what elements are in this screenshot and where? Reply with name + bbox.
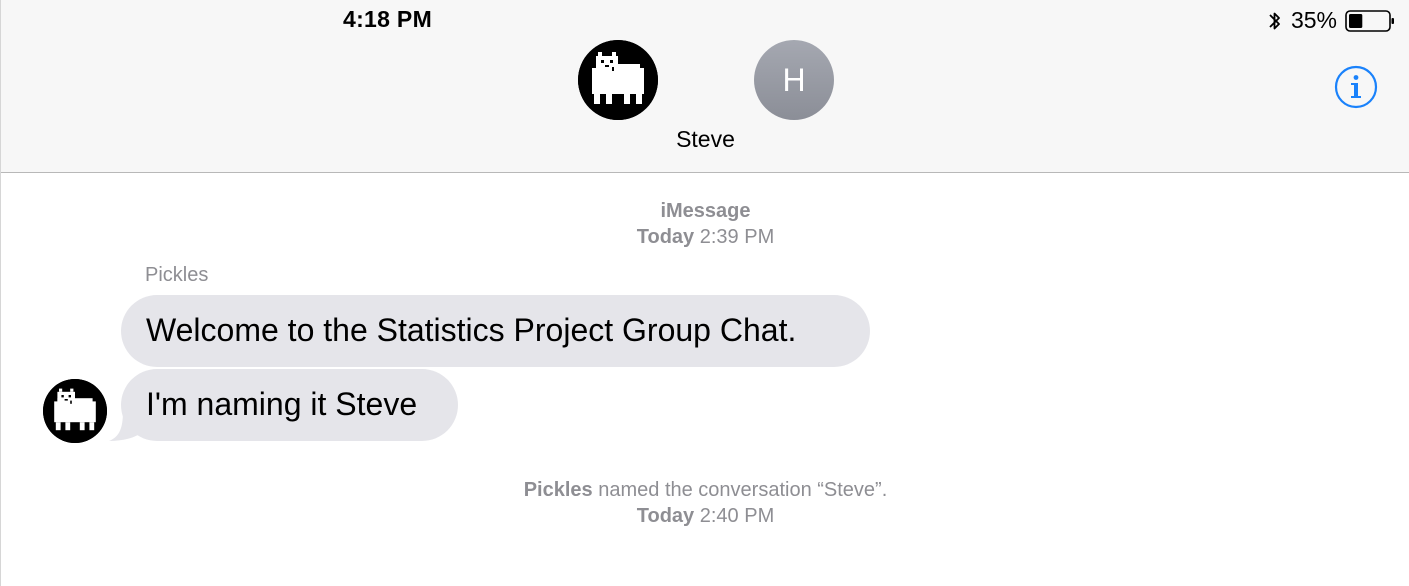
rename-text: Pickles named the conversation “Steve”. xyxy=(1,477,1409,503)
status-indicators: 35% xyxy=(1267,7,1395,34)
message-bubble[interactable]: Welcome to the Statistics Project Group … xyxy=(121,295,870,367)
sender-avatar[interactable] xyxy=(43,379,107,443)
timestamp-time: 2:40 PM xyxy=(699,505,775,527)
messages-window: H Steve 4:18 PM 35% iMessage Today 2:39 … xyxy=(0,0,1409,586)
service-label: iMessage xyxy=(660,200,751,222)
status-time: 4:18 PM xyxy=(343,6,433,32)
timestamp-day: Today xyxy=(636,226,695,248)
rename-actor: Pickles xyxy=(523,479,593,501)
timestamp: Today 2:39 PM xyxy=(1,224,1409,250)
bluetooth-icon xyxy=(1269,12,1280,29)
battery-icon xyxy=(1345,9,1394,32)
rename-notice: Pickles named the conversation “Steve”. … xyxy=(1,477,1409,529)
message-transcript: iMessage Today 2:39 PM Pickles Welcome t… xyxy=(1,173,1409,586)
sender-name: Pickles xyxy=(145,264,209,286)
battery-percent: 35% xyxy=(1290,7,1337,33)
conversation-name[interactable]: Steve xyxy=(1,126,1409,153)
participant-avatar-pickles[interactable] xyxy=(578,40,658,120)
pixel-dog-avatar-icon xyxy=(578,40,658,120)
message-bubble[interactable]: I'm naming it Steve xyxy=(121,369,458,441)
rename-action: named the conversation “Steve”. xyxy=(592,479,888,501)
participant-avatar-h[interactable]: H xyxy=(754,40,834,120)
timestamp-day: Today xyxy=(636,505,695,527)
conversation-header: H Steve 4:18 PM 35% xyxy=(1,0,1409,173)
status-bar: 4:18 PM 35% xyxy=(1,0,1409,40)
info-circle-icon xyxy=(1334,65,1378,109)
info-button[interactable] xyxy=(1334,65,1378,109)
participant-initial: H xyxy=(782,61,806,98)
pixel-dog-avatar-icon xyxy=(43,379,107,443)
battery-fill xyxy=(1349,13,1363,28)
service-timestamp: iMessage Today 2:39 PM xyxy=(1,198,1409,250)
timestamp-time: 2:39 PM xyxy=(699,226,775,248)
timestamp: Today 2:40 PM xyxy=(1,503,1409,529)
